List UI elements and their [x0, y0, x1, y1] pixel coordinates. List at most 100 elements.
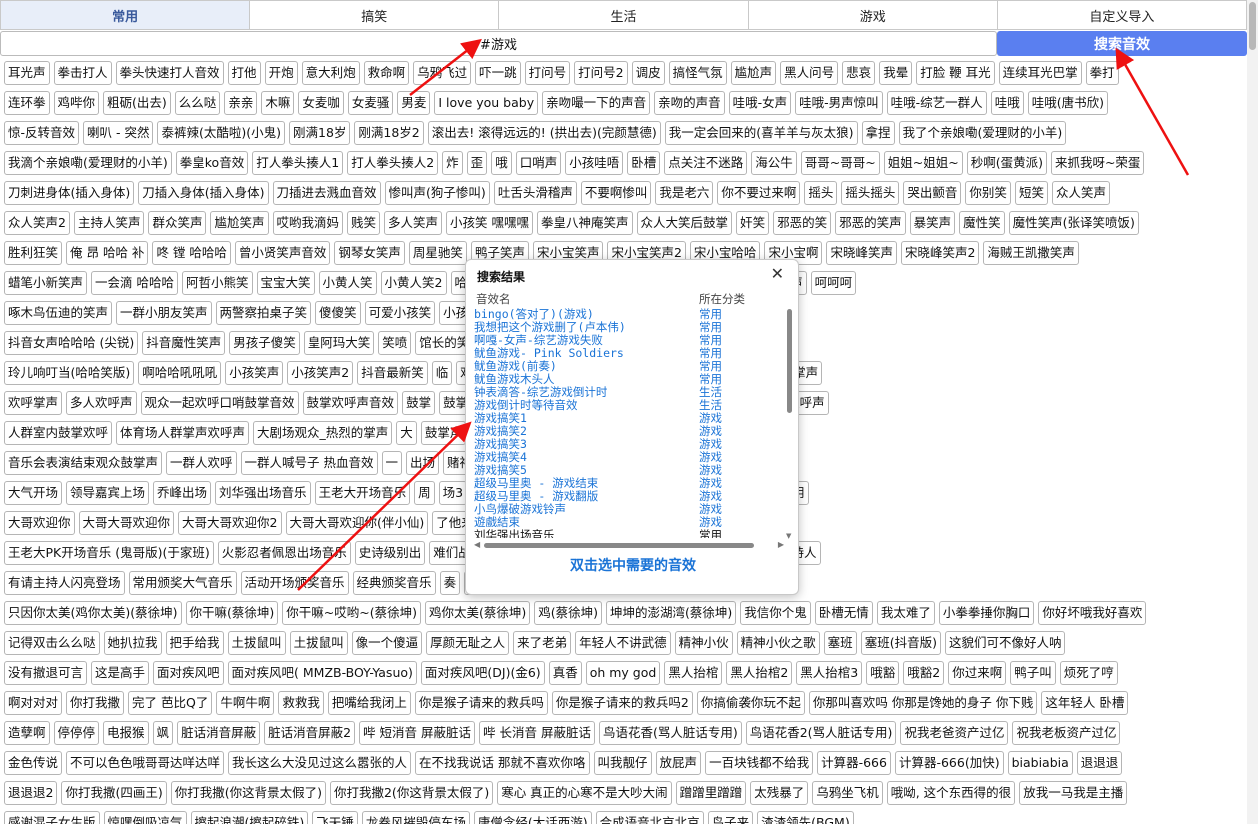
sound-button[interactable]: 金色传说	[4, 751, 63, 775]
sound-button[interactable]: 大哥大哥欢迎你	[78, 511, 175, 535]
sound-button[interactable]: 面对疾风吧(DJ)(金6)	[420, 661, 545, 685]
sound-button[interactable]: 短笑	[1014, 181, 1048, 205]
sound-button[interactable]: 常用颁奖大气音乐	[128, 571, 237, 595]
sound-button[interactable]: 只因你太美(鸡你太美)(蔡徐坤)	[4, 601, 182, 625]
sound-button[interactable]: 惊嘿倒吸凉气	[103, 811, 187, 824]
sound-button[interactable]: 小孩笑 嘿嘿嘿	[446, 211, 534, 235]
sound-button[interactable]: 哭出颤音	[903, 181, 962, 205]
sound-button[interactable]: 抖音魔性笑声	[142, 331, 226, 355]
sound-button[interactable]: 男孩子傻笑	[229, 331, 300, 355]
scroll-right-icon[interactable]: ▶	[778, 540, 784, 549]
sound-button[interactable]: 小拳拳捶你胸口	[938, 601, 1035, 625]
sound-button[interactable]: 打问号	[524, 61, 571, 85]
sound-button[interactable]: 奸笑	[736, 211, 770, 235]
sound-button[interactable]: 小黄人笑	[318, 271, 377, 295]
sound-button[interactable]: 姐姐~姐姐~	[883, 151, 963, 175]
sound-button[interactable]: 刀插进去溅血音效	[272, 181, 381, 205]
sound-button[interactable]: 坤坤的澎湖湾(蔡徐坤)	[606, 601, 737, 625]
sound-button[interactable]: 鸡(蔡徐坤)	[534, 601, 603, 625]
sound-button[interactable]: 阿哲小熊笑	[182, 271, 253, 295]
sound-button[interactable]: 大气开场	[4, 481, 63, 505]
sound-button[interactable]: 渣渣领先(BGM)	[757, 811, 854, 824]
sound-button[interactable]: 主持人笑声	[73, 211, 145, 235]
sound-button[interactable]: 一群人欢呼	[166, 451, 237, 475]
sound-button[interactable]: 黑人抬棺2	[726, 661, 793, 685]
sound-button[interactable]: 刀刺进身体(插入身体)	[4, 181, 135, 205]
sound-button[interactable]: 唐僧念经(大话西游)	[473, 811, 592, 824]
sound-button[interactable]: 俺 昂 哈哈 补	[66, 241, 149, 265]
sound-button[interactable]: 惊-反转音效	[4, 121, 80, 145]
sound-button[interactable]: 哇哦(唐书欣)	[1027, 91, 1108, 115]
sound-button[interactable]: 哦呦, 这个东西得的很	[886, 781, 1016, 805]
sound-button[interactable]: 黑人抬棺3	[796, 661, 863, 685]
sound-button[interactable]: biabiabia	[1007, 751, 1073, 775]
sound-button[interactable]: 厚颜无耻之人	[426, 631, 510, 655]
sound-button[interactable]: 笑喷	[378, 331, 412, 355]
sound-button[interactable]: 拳打	[1085, 61, 1119, 85]
sound-button[interactable]: 哦豁2	[903, 661, 945, 685]
sound-button[interactable]: 曾小贤笑声音效	[234, 241, 331, 265]
sound-button[interactable]: 擦起浪潮(擦起碎铁)	[190, 811, 309, 824]
sound-button[interactable]: 宋晓峰笑声	[826, 241, 897, 265]
sound-button[interactable]: 亲亲	[224, 91, 258, 115]
sound-button[interactable]: 刚满18岁2	[354, 121, 424, 145]
sound-button[interactable]: 哎哟我滴妈	[272, 211, 344, 235]
scroll-down-icon[interactable]: ▼	[786, 532, 791, 540]
sound-button[interactable]: 你干嘛~哎哟~(蔡徐坤)	[282, 601, 421, 625]
sound-button[interactable]: 滚出去! 滚得远远的! (拱出去)(完颜慧德)	[427, 121, 661, 145]
sound-button[interactable]: 烦死了哼	[1059, 661, 1118, 685]
sound-button[interactable]: 我晕	[879, 61, 913, 85]
sound-button[interactable]: 飞天锤	[312, 811, 358, 824]
sound-button[interactable]: 你打我撒(四画王)	[61, 781, 167, 805]
sound-button[interactable]: 暴笑声	[909, 211, 956, 235]
sound-button[interactable]: 魔性笑声(张译笑喷饭)	[1008, 211, 1139, 235]
tab-game[interactable]: 游戏	[748, 0, 998, 30]
sound-button[interactable]: 女麦咖	[298, 91, 344, 115]
sound-button[interactable]: 塞班(抖音版)	[860, 631, 941, 655]
sound-button[interactable]: 钢琴女笑声	[334, 241, 405, 265]
sound-button[interactable]: 乔峰出场	[153, 481, 212, 505]
sound-button[interactable]: 面对疾风吧( MMZB-BOY-Yasuo)	[227, 661, 417, 685]
sound-button[interactable]: 一群人喊号子 热血音效	[240, 451, 378, 475]
sound-button[interactable]: 祝我老板资产过亿	[1012, 721, 1121, 745]
sound-button[interactable]: 年轻人不讲武德	[575, 631, 671, 655]
sound-button[interactable]: 火影忍者佩恩出场音乐	[217, 541, 351, 565]
close-icon[interactable]: ✕	[771, 264, 784, 283]
sound-button[interactable]: 你是猴子请来的救兵吗2	[551, 691, 693, 715]
sound-button[interactable]: 打脸 鞭 耳光	[916, 61, 995, 85]
sound-button[interactable]: 啊对对对	[4, 691, 63, 715]
sound-button[interactable]: 场3	[438, 481, 468, 505]
sound-button[interactable]: 大哥大哥欢迎你(伴小仙)	[285, 511, 429, 535]
sound-button[interactable]: 鸟语花香2(骂人脏话专用)	[745, 721, 897, 745]
sound-button[interactable]: 脏话消音屏蔽2	[264, 721, 356, 745]
sound-button[interactable]: 把嘴给我闭上	[327, 691, 411, 715]
sound-button[interactable]: 有请主持人闪亮登场	[4, 571, 125, 595]
sound-button[interactable]: 玲儿响叮当(哈哈笑版)	[4, 361, 135, 385]
sound-button[interactable]: 完了 芭比Q了	[128, 691, 213, 715]
sound-button[interactable]: 停停停	[53, 721, 100, 745]
sound-button[interactable]: 可爱小孩笑	[364, 301, 436, 325]
sound-button[interactable]: 我长这么大没见过这么嚣张的人	[228, 751, 412, 775]
sound-button[interactable]: 太残暴了	[750, 781, 809, 805]
sound-button[interactable]: 我太难了	[876, 601, 935, 625]
sound-button[interactable]: 合成语音北京北京	[595, 811, 704, 824]
sound-button[interactable]: 祝我老爸资产过亿	[900, 721, 1009, 745]
sound-button[interactable]: 一百块钱都不给我	[705, 751, 814, 775]
sound-button[interactable]: 面对疾风吧	[153, 661, 224, 685]
sound-button[interactable]: 周	[414, 481, 435, 505]
sound-button[interactable]: 不可以色色哦哥哥达咩达咩	[66, 751, 225, 775]
sound-button[interactable]: 叫我靓仔	[593, 751, 652, 775]
sound-button[interactable]: 在不找我说话 那就不喜欢你咯	[415, 751, 590, 775]
sound-button[interactable]: 体育场人群掌声欢呼声	[116, 421, 250, 445]
sound-button[interactable]: 我一定会回来的(喜羊羊与灰太狼)	[664, 121, 858, 145]
sound-button[interactable]: 鸟语花香(骂人脏话专用)	[598, 721, 742, 745]
sound-button[interactable]: 哇哦-女声	[728, 91, 792, 115]
sound-button[interactable]: 人群室内鼓掌欢呼	[4, 421, 113, 445]
sound-button[interactable]: 大	[396, 421, 417, 445]
sound-button[interactable]: 放屁声	[655, 751, 702, 775]
sound-button[interactable]: 蜡笔小新笑声	[4, 271, 88, 295]
sound-button[interactable]: 耳光声	[4, 61, 50, 85]
sound-button[interactable]: 喇叭 - 突然	[83, 121, 154, 145]
sound-button[interactable]: 搞怪气氛	[668, 61, 727, 85]
sound-button[interactable]: 这年轻人 卧槽	[1041, 691, 1129, 715]
